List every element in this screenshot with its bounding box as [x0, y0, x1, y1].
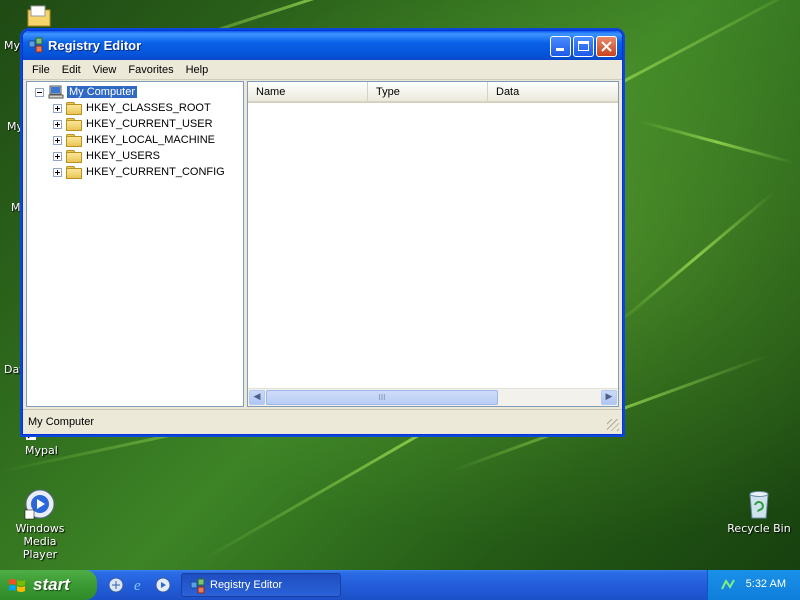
column-header-bar: Name Type Data	[248, 82, 618, 103]
folder-icon	[66, 102, 82, 115]
menu-view[interactable]: View	[87, 64, 123, 76]
minimize-button[interactable]	[550, 36, 571, 57]
tree-node-hkey-current-config[interactable]: HKEY_CURRENT_CONFIG	[53, 164, 225, 180]
values-list[interactable]: Name Type Data ◀ III ▶	[247, 81, 619, 407]
taskbar-button-label: Registry Editor	[210, 579, 283, 591]
desktop-icon-label: My	[4, 39, 21, 52]
start-button[interactable]: start	[0, 570, 97, 600]
window-title: Registry Editor	[48, 38, 142, 53]
menu-favorites[interactable]: Favorites	[122, 64, 179, 76]
tree-node-hkey-classes-root[interactable]: HKEY_CLASSES_ROOT	[53, 100, 211, 116]
collapse-icon[interactable]	[35, 87, 44, 97]
taskbar-button-registry-editor[interactable]: Registry Editor	[181, 573, 341, 597]
tree-node-label: My Computer	[67, 86, 138, 98]
menu-help[interactable]: Help	[180, 64, 215, 76]
folder-icon	[66, 150, 82, 163]
svg-text:e: e	[134, 578, 141, 593]
title-bar[interactable]: Registry Editor	[23, 31, 622, 60]
desktop-icon-recycle-bin[interactable]: Recycle Bin	[719, 488, 799, 535]
folder-icon	[66, 118, 82, 131]
desktop-icon-windows-media-player[interactable]: Windows Media Player	[0, 488, 80, 561]
clock[interactable]: 5:32 AM	[746, 578, 786, 590]
registry-editor-icon	[28, 37, 43, 53]
taskbar: start e Registry Editor 5:32 AM	[0, 570, 800, 600]
scroll-thumb[interactable]: III	[266, 390, 498, 405]
scroll-left-button[interactable]: ◀	[249, 390, 265, 405]
expand-icon[interactable]	[53, 119, 62, 129]
desktop-icon-label: Windows Media	[15, 522, 65, 548]
content-panes: My Computer HKEY_CLASSES_ROOT HKEY_CURRE…	[26, 81, 619, 407]
recycle-bin-icon	[749, 491, 769, 519]
column-header-type[interactable]: Type	[368, 82, 488, 101]
folder-icon	[66, 134, 82, 147]
desktop-icon-label: Mypal	[25, 444, 58, 457]
computer-icon	[48, 85, 64, 99]
folder-icon	[66, 166, 82, 179]
registry-editor-icon	[190, 578, 205, 594]
desktop-icon-label: Player	[22, 548, 58, 561]
close-button[interactable]	[596, 36, 617, 57]
maximize-button[interactable]	[573, 36, 594, 57]
registry-tree[interactable]: My Computer HKEY_CLASSES_ROOT HKEY_CURRE…	[26, 81, 244, 407]
tree-node-label: HKEY_CURRENT_USER	[86, 118, 213, 130]
scroll-right-button[interactable]: ▶	[601, 390, 617, 405]
windows-logo-icon	[9, 579, 25, 592]
expand-icon[interactable]	[53, 103, 62, 113]
system-tray: 5:32 AM	[707, 570, 800, 600]
column-header-data[interactable]: Data	[488, 82, 618, 101]
menu-edit[interactable]: Edit	[56, 64, 87, 76]
minimize-icon	[556, 48, 564, 51]
wallpaper-grass	[639, 120, 795, 165]
tree-node-hkey-users[interactable]: HKEY_USERS	[53, 148, 160, 164]
status-text: My Computer	[28, 416, 95, 428]
expand-icon[interactable]	[53, 135, 62, 145]
tree-node-label: HKEY_LOCAL_MACHINE	[86, 134, 215, 146]
desktop-icon-label[interactable]: Dat	[4, 363, 24, 376]
tree-node-label: HKEY_CLASSES_ROOT	[86, 102, 211, 114]
tree-node-hkey-local-machine[interactable]: HKEY_LOCAL_MACHINE	[53, 132, 215, 148]
registry-editor-window: Registry Editor File Edit View Favorites…	[22, 30, 623, 435]
quicklaunch-icon[interactable]	[108, 577, 124, 593]
media-player-icon	[24, 489, 55, 520]
desktop-icon-label[interactable]: My	[7, 120, 23, 133]
resize-grip-icon[interactable]	[607, 419, 619, 431]
desktop-icon-label: Recycle Bin	[727, 522, 791, 535]
tree-node-my-computer[interactable]: My Computer	[35, 84, 138, 100]
expand-icon[interactable]	[53, 167, 62, 177]
expand-icon[interactable]	[53, 151, 62, 161]
status-bar: My Computer	[23, 409, 622, 434]
wallpaper-grass	[619, 191, 775, 323]
column-header-name[interactable]: Name	[248, 82, 368, 101]
start-label: start	[33, 575, 70, 594]
close-icon	[601, 41, 612, 52]
tree-node-label: HKEY_USERS	[86, 150, 160, 162]
tree-node-label: HKEY_CURRENT_CONFIG	[86, 166, 225, 178]
menu-file[interactable]: File	[26, 64, 56, 76]
menu-bar: File Edit View Favorites Help	[23, 60, 622, 80]
maximize-icon	[578, 41, 589, 51]
internet-explorer-icon[interactable]: e	[132, 577, 148, 593]
horizontal-scrollbar[interactable]: ◀ III ▶	[248, 388, 618, 406]
folder-icon	[27, 5, 51, 27]
tree-node-hkey-current-user[interactable]: HKEY_CURRENT_USER	[53, 116, 213, 132]
network-icon[interactable]	[720, 577, 736, 593]
media-player-quicklaunch-icon[interactable]	[155, 577, 171, 593]
